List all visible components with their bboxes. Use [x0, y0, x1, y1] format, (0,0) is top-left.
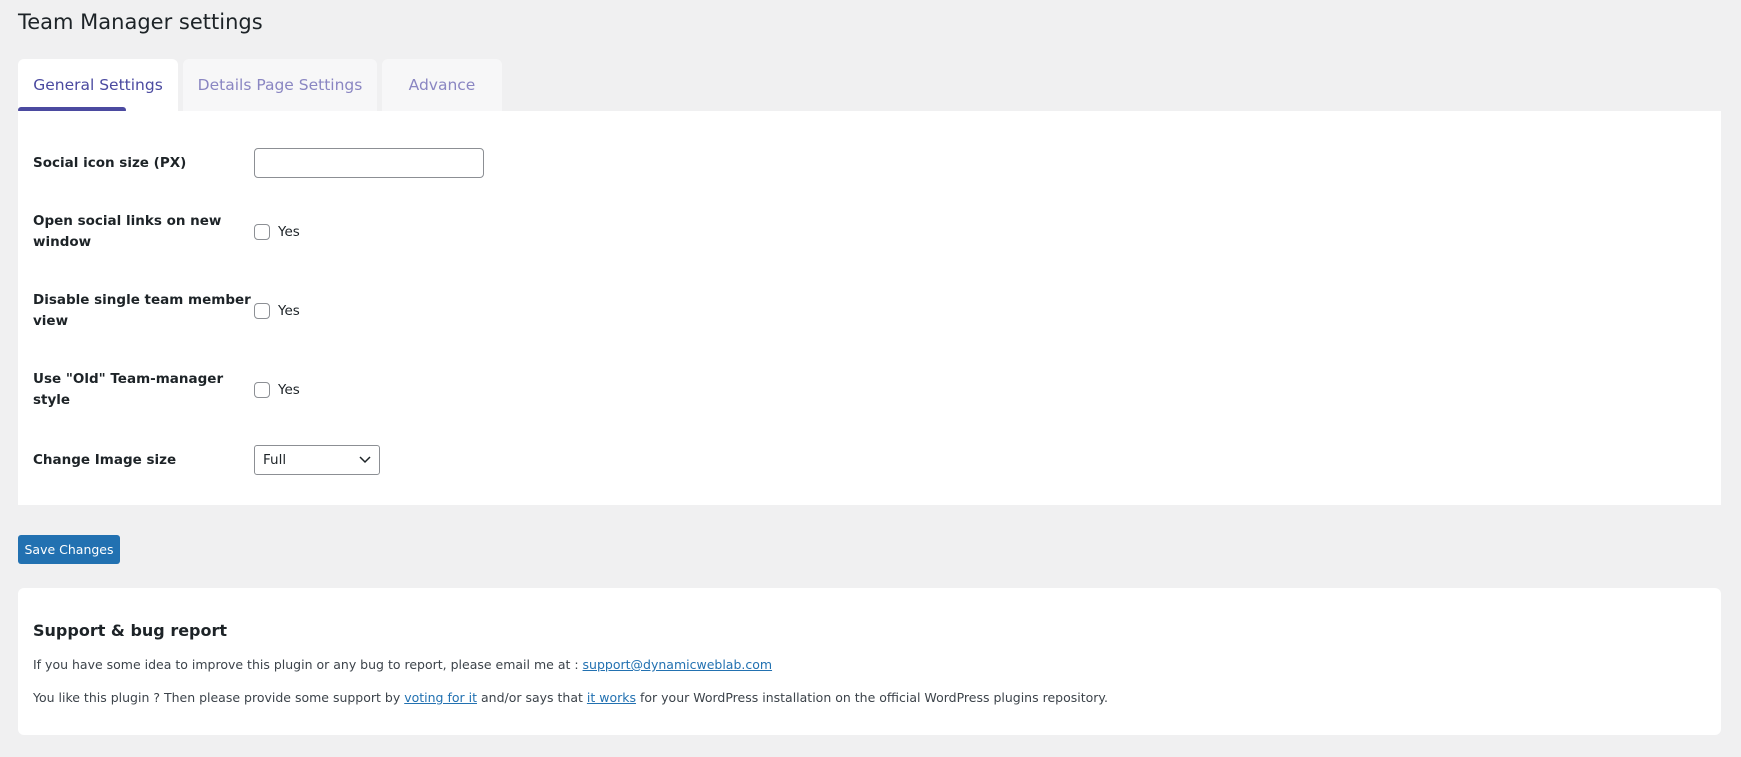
tab-general-settings[interactable]: General Settings — [18, 59, 178, 113]
settings-panel: Social icon size (PX) Open social links … — [18, 111, 1721, 505]
it-works-link[interactable]: it works — [587, 690, 636, 705]
support-panel: Support & bug report If you have some id… — [18, 588, 1721, 735]
setting-label: Open social links on new window — [33, 213, 222, 250]
checkbox-label: Yes — [278, 303, 300, 319]
page-title: Team Manager settings — [18, 10, 263, 34]
disable-single-checkbox[interactable]: Yes — [254, 303, 300, 319]
setting-image-size: Change Image size Full — [33, 445, 380, 475]
setting-old-style: Use "Old" Team-manager style Yes — [33, 369, 300, 411]
setting-label: Use "Old" Team-manager style — [33, 371, 224, 408]
checkbox-label: Yes — [278, 224, 300, 240]
save-changes-button[interactable]: Save Changes — [18, 535, 120, 564]
tab-label: Details Page Settings — [197, 76, 363, 94]
social-icon-size-input[interactable] — [254, 148, 484, 178]
checkbox-box[interactable] — [254, 224, 270, 240]
setting-label: Disable single team member view — [33, 292, 251, 329]
text: If you have some idea to improve this pl… — [33, 657, 583, 672]
text: You like this plugin ? Then please provi… — [33, 690, 405, 705]
text: and/or says that — [477, 690, 587, 705]
setting-label: Change Image size — [33, 451, 177, 468]
checkbox-box[interactable] — [254, 303, 270, 319]
setting-social-icon-size: Social icon size (PX) — [33, 148, 484, 178]
tab-details-page-settings[interactable]: Details Page Settings — [183, 59, 377, 111]
support-email-line: If you have some idea to improve this pl… — [33, 657, 772, 672]
setting-disable-single: Disable single team member view Yes — [33, 290, 300, 332]
tab-advance[interactable]: Advance — [382, 59, 502, 111]
image-size-select[interactable]: Full — [254, 445, 380, 475]
tab-label: General Settings — [33, 76, 163, 94]
checkbox-box[interactable] — [254, 382, 270, 398]
setting-open-new-window: Open social links on new window Yes — [33, 211, 300, 253]
checkbox-label: Yes — [278, 382, 300, 398]
setting-label: Social icon size (PX) — [33, 154, 187, 171]
support-vote-line: You like this plugin ? Then please provi… — [33, 690, 1108, 705]
voting-link[interactable]: voting for it — [404, 690, 477, 705]
tab-label: Advance — [408, 76, 476, 94]
open-new-window-checkbox[interactable]: Yes — [254, 224, 300, 240]
select-value: Full — [263, 452, 287, 468]
text: for your WordPress installation on the o… — [636, 690, 1108, 705]
chevron-down-icon — [359, 456, 371, 464]
support-heading: Support & bug report — [33, 621, 228, 640]
support-email-link[interactable]: support@dynamicweblab.com — [583, 657, 773, 672]
old-style-checkbox[interactable]: Yes — [254, 382, 300, 398]
